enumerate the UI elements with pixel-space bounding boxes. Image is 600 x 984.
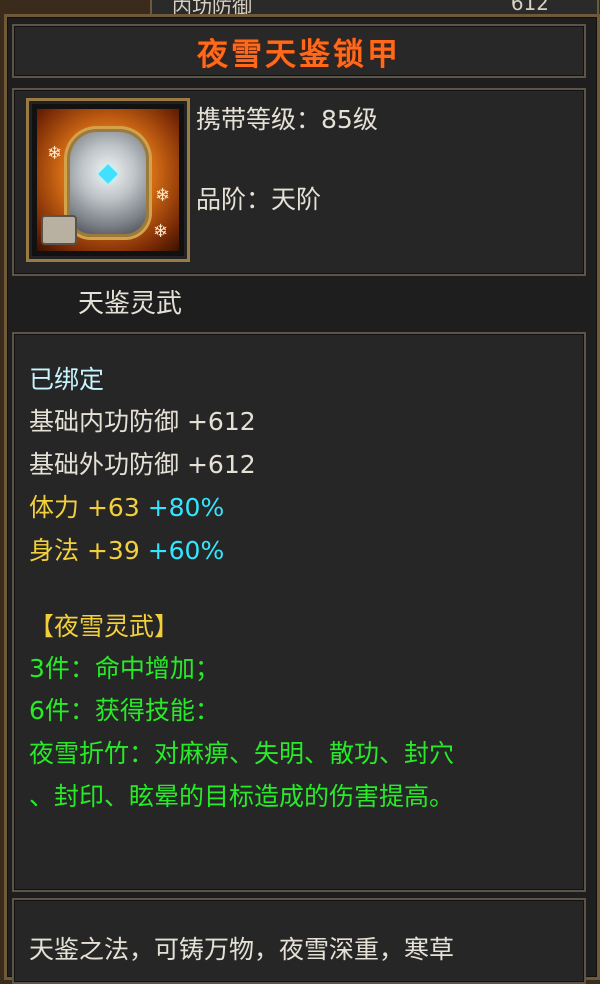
- stat-line: 体力 +63 +80%: [29, 493, 225, 522]
- armor-icon: ❄ ❄ ❄: [37, 109, 179, 251]
- stat-line: 身法 +39 +60%: [29, 536, 225, 565]
- set-bonus-3piece: 3件：命中增加；: [29, 654, 220, 683]
- set-bonus-6piece: 6件：获得技能：: [29, 696, 220, 725]
- top-strip-right: 612: [510, 0, 549, 15]
- item-name: 夜雪天鉴锁甲: [197, 36, 401, 73]
- item-grade-value: 天阶: [271, 185, 322, 214]
- item-grade: 品阶：天阶: [196, 185, 322, 214]
- carry-level-value: 85级: [321, 105, 378, 134]
- set-skill-line-2: 、封印、眩晕的目标造成的伤害提高。: [29, 782, 455, 811]
- bound-status: 已绑定: [29, 365, 105, 394]
- item-description: 天鉴之法，可铸万物，夜雪深重，寒草: [29, 935, 455, 964]
- set-skill-line-1: 夜雪折竹：对麻痹、失明、散功、封穴: [29, 739, 455, 768]
- carry-level: 携带等级：85级: [196, 105, 378, 134]
- bonus-percent: +60%: [147, 536, 225, 565]
- bonus-percent: +80%: [147, 493, 225, 522]
- set-name: 天鉴灵武: [78, 289, 183, 319]
- item-grade-label: 品阶: [196, 185, 247, 214]
- item-info-box: ❄ ❄ ❄ 携带等级：85级 品阶：天阶: [12, 88, 586, 276]
- carry-level-label: 携带等级: [196, 105, 297, 134]
- item-title-bar: 夜雪天鉴锁甲: [12, 24, 586, 78]
- item-stats-panel: 已绑定 基础内功防御 +612 基础外功防御 +612 体力 +63 +80% …: [12, 332, 586, 892]
- set-bonus-header: 【夜雪灵武】: [29, 612, 180, 641]
- item-icon-frame: ❄ ❄ ❄: [26, 98, 190, 262]
- item-description-panel: 天鉴之法，可铸万物，夜雪深重，寒草: [12, 898, 586, 984]
- bag-icon: [41, 215, 77, 245]
- stat-line: 基础内功防御 +612: [29, 407, 256, 436]
- stat-line: 基础外功防御 +612: [29, 450, 256, 479]
